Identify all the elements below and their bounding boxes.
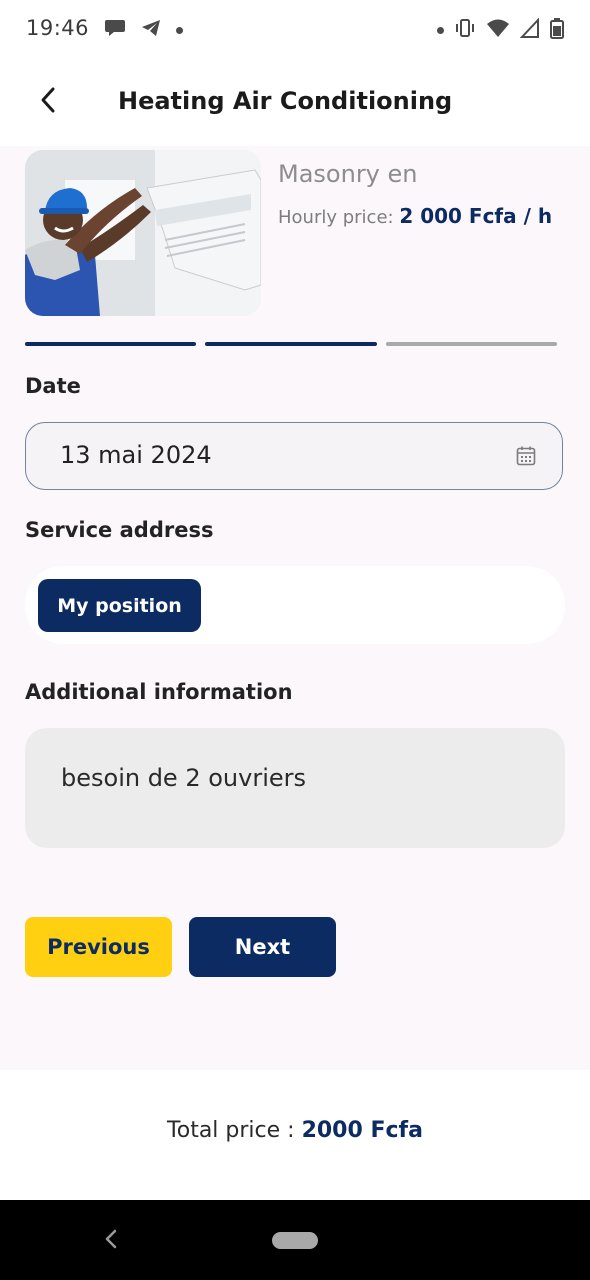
hourly-price-value: 2 000 Fcfa / h — [399, 204, 553, 228]
nav-home-pill[interactable] — [272, 1232, 318, 1249]
hourly-price-label: Hourly price: — [278, 207, 400, 228]
total-price-value: 2000 Fcfa — [301, 1118, 423, 1143]
step-1-bar — [25, 342, 197, 346]
additional-info-textarea[interactable]: besoin de 2 ouvriers — [25, 728, 565, 848]
step-progress-indicator — [25, 342, 557, 346]
battery-icon — [550, 17, 564, 43]
service-name: Masonry en — [278, 160, 418, 188]
total-price-label: Total price : — [167, 1118, 302, 1143]
hourly-price: Hourly price: 2 000 Fcfa / h — [278, 204, 552, 228]
total-price: Total price : 2000 Fcfa — [0, 1118, 590, 1143]
additional-info-value: besoin de 2 ouvriers — [61, 764, 306, 792]
booking-form-content: Masonry en Hourly price: 2 000 Fcfa / h … — [0, 146, 590, 1070]
app-bar: Heating Air Conditioning — [0, 60, 590, 146]
chevron-left-icon — [38, 86, 58, 118]
date-field[interactable]: 13 mai 2024 — [25, 422, 563, 490]
step-2-bar — [205, 342, 377, 346]
service-address-label: Service address — [25, 518, 214, 542]
additional-info-label: Additional information — [25, 680, 293, 704]
wifi-icon — [486, 17, 510, 43]
nav-back-icon[interactable] — [104, 1228, 118, 1254]
my-position-button[interactable]: My position — [38, 579, 201, 632]
chat-bubble-icon — [104, 17, 126, 43]
service-address-field[interactable]: My position — [25, 566, 565, 644]
date-value: 13 mai 2024 — [60, 441, 212, 469]
previous-button[interactable]: Previous — [25, 917, 172, 977]
back-button[interactable] — [30, 84, 66, 120]
calendar-icon[interactable] — [516, 445, 536, 471]
system-navigation-bar — [0, 1200, 590, 1280]
page-title: Heating Air Conditioning — [118, 87, 453, 115]
dot-icon — [437, 26, 444, 34]
status-bar: 19:46 — [0, 0, 590, 60]
vibrate-icon — [454, 17, 476, 43]
status-time: 19:46 — [26, 16, 90, 40]
dot-icon — [176, 26, 183, 34]
next-button[interactable]: Next — [189, 917, 336, 977]
step-3-bar — [385, 342, 557, 346]
service-image — [25, 150, 261, 316]
signal-icon — [519, 17, 540, 43]
date-label: Date — [25, 374, 81, 398]
telegram-icon — [140, 17, 162, 43]
